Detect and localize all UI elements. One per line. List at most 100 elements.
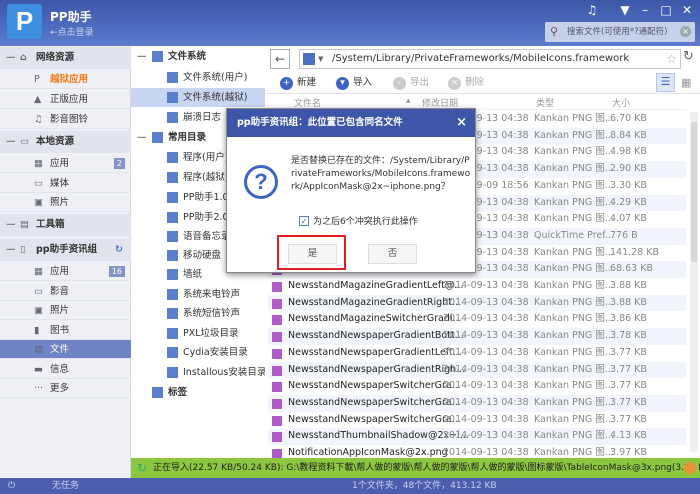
collapse-icon[interactable]: —: [137, 47, 147, 66]
column-size[interactable]: 大小: [612, 96, 630, 109]
folder-icon: [167, 172, 178, 183]
tree-item-label: 文件系统: [168, 51, 207, 62]
folder-icon: [167, 328, 178, 339]
tree-item[interactable]: 文件系统(用户): [131, 68, 265, 87]
clear-icon[interactable]: ×: [680, 26, 691, 37]
collapse-icon[interactable]: —: [6, 47, 16, 69]
sidebar-item-label: 照片: [50, 305, 70, 316]
new-button[interactable]: + 新建: [280, 75, 316, 91]
file-type: Kankan PNG 图...: [534, 179, 614, 191]
file-row[interactable]: NewsstandNewspaperSwitcherGra... 2014-09-…: [268, 394, 686, 412]
login-link[interactable]: ←点击登录: [50, 25, 94, 38]
scrollbar-thumb[interactable]: [691, 122, 697, 262]
sidebar-item[interactable]: — ▭ 本地资源: [0, 131, 131, 153]
file-type: Kankan PNG 图...: [534, 430, 614, 442]
png-file-icon: [272, 332, 282, 343]
file-row[interactable]: NewsstandThumbnailShadow@2x~i... 2014-09-…: [268, 428, 686, 445]
file-row[interactable]: NewsstandMagazineGradientRight... 2014-09…: [268, 294, 686, 312]
cancel-icon[interactable]: [684, 462, 696, 474]
file-row[interactable]: NewsstandNewspaperGradientRigh... 2014-09…: [268, 361, 686, 379]
close-icon[interactable]: ×: [456, 109, 467, 137]
tree-item[interactable]: 系统短信铃声: [131, 304, 265, 323]
tree-item-label: 系统来电铃声: [183, 289, 241, 300]
file-row[interactable]: NewsstandNewspaperGradientLeft... 2014-09…: [268, 345, 686, 362]
sidebar-item[interactable]: — ▤ 工具箱: [0, 214, 131, 236]
star-icon[interactable]: ☆: [666, 50, 677, 68]
file-row[interactable]: NewsstandNewspaperGradientBott... 2014-09…: [268, 328, 686, 345]
count-badge: 16: [108, 266, 125, 277]
sidebar-item[interactable]: ▬ 信息: [0, 360, 131, 379]
file-type: Kankan PNG 图...: [534, 346, 614, 358]
sidebar-item[interactable]: ▮ 图书: [0, 321, 131, 340]
sidebar-item-label: 信息: [50, 364, 70, 375]
search-input[interactable]: ⚲ 搜索文件(可使用*?通配符) ×: [545, 22, 695, 42]
folder-icon: [167, 231, 178, 242]
path-input[interactable]: ▼ /System/Library/PrivateFrameworks/Mobil…: [299, 49, 681, 69]
maximize-button[interactable]: □: [656, 3, 676, 17]
sidebar-item[interactable]: ▤ 文件: [0, 340, 131, 359]
file-size: 3.88 KB: [610, 280, 647, 291]
minimize-button[interactable]: –: [635, 3, 655, 17]
file-type: Kankan PNG 图...: [534, 163, 614, 175]
tree-item[interactable]: 文件系统(越狱): [131, 88, 265, 107]
file-row[interactable]: NewsstandMagazineSwitcherGradi... 2014-09…: [268, 311, 686, 328]
collapse-icon[interactable]: —: [6, 214, 16, 236]
file-type: Kankan PNG 图...: [534, 280, 614, 291]
device-icon: [303, 53, 315, 65]
sidebar-item[interactable]: ▭ 影音: [0, 282, 131, 301]
tree-item[interactable]: PXL垃圾目录: [131, 324, 265, 343]
folder-icon: [167, 289, 178, 300]
power-icon[interactable]: ⏻: [8, 478, 15, 494]
tree-item[interactable]: Installous安装目录: [131, 363, 265, 382]
column-type[interactable]: 类型: [536, 96, 554, 109]
delete-button[interactable]: × 删除: [448, 75, 484, 91]
file-date: 2014-09-13 04:38: [443, 280, 529, 291]
sidebar-item[interactable]: ▣ 照片: [0, 301, 131, 320]
sidebar-item[interactable]: — ⌂ 网络资源: [0, 47, 131, 69]
task-status: 无任务: [52, 481, 80, 491]
file-size: 6.70 KB: [610, 113, 647, 124]
count-badge: 2: [113, 158, 125, 169]
file-row[interactable]: NewsstandNewspaperSwitcherGra... 2014-09-…: [268, 378, 686, 395]
tree-item[interactable]: — 文件系统: [131, 47, 265, 66]
png-file-icon: [272, 365, 282, 376]
collapse-icon[interactable]: —: [6, 239, 16, 261]
sidebar-item[interactable]: ▦ 应用 16: [0, 262, 131, 281]
dropdown-arrow-icon[interactable]: ▼: [318, 50, 323, 68]
folder-icon: [167, 269, 178, 280]
grid-view-icon[interactable]: ▦: [681, 75, 691, 91]
phone-icon: ▯: [20, 244, 26, 255]
folder-icon: [167, 192, 178, 203]
sidebar-item[interactable]: ▣ 照片: [0, 193, 131, 212]
sidebar-item[interactable]: ▦ 应用 2: [0, 154, 131, 173]
music-icon[interactable]: ♫: [582, 3, 602, 17]
import-button[interactable]: ▾ 导入: [336, 75, 372, 91]
music-icon: ♫: [34, 114, 43, 125]
checkbox-checked-icon[interactable]: ✓: [299, 216, 309, 226]
sidebar-item[interactable]: — ▯ pp助手资讯组 ↻: [0, 239, 131, 261]
list-view-icon[interactable]: ☰: [656, 73, 675, 92]
tree-item[interactable]: 系统来电铃声: [131, 285, 265, 304]
sidebar-item[interactable]: P 越狱应用: [0, 70, 131, 89]
refresh-icon[interactable]: ↻: [683, 49, 694, 64]
scrollbar[interactable]: [690, 112, 698, 452]
collapse-icon[interactable]: —: [137, 128, 147, 147]
apply-to-all-checkbox[interactable]: ✓ 为之后6个冲突执行此操作: [299, 216, 418, 229]
sync-icon[interactable]: ↻: [115, 239, 123, 261]
tree-item[interactable]: 标签: [131, 383, 265, 402]
menu-icon[interactable]: ▼: [615, 3, 635, 17]
collapse-icon[interactable]: —: [6, 131, 16, 153]
sidebar-item[interactable]: ▭ 媒体: [0, 174, 131, 193]
close-button[interactable]: ✕: [677, 3, 697, 17]
file-row[interactable]: NewsstandMagazineGradientLeft@... 2014-09…: [268, 278, 686, 295]
sidebar-item[interactable]: ··· 更多: [0, 379, 131, 398]
sidebar-item[interactable]: ♫ 影音图铃: [0, 110, 131, 129]
back-button[interactable]: ←: [270, 49, 290, 69]
sidebar-item[interactable]: ▲ 正版应用: [0, 90, 131, 109]
export-button[interactable]: - 导出: [393, 75, 429, 91]
file-type: Kankan PNG 图...: [534, 363, 614, 375]
file-row[interactable]: NewsstandNewspaperSwitcherGra... 2014-09-…: [268, 412, 686, 429]
no-button[interactable]: 否: [368, 244, 417, 264]
tree-item[interactable]: Cydia安装目录: [131, 343, 265, 362]
file-type: Kankan PNG 图...: [534, 263, 614, 275]
